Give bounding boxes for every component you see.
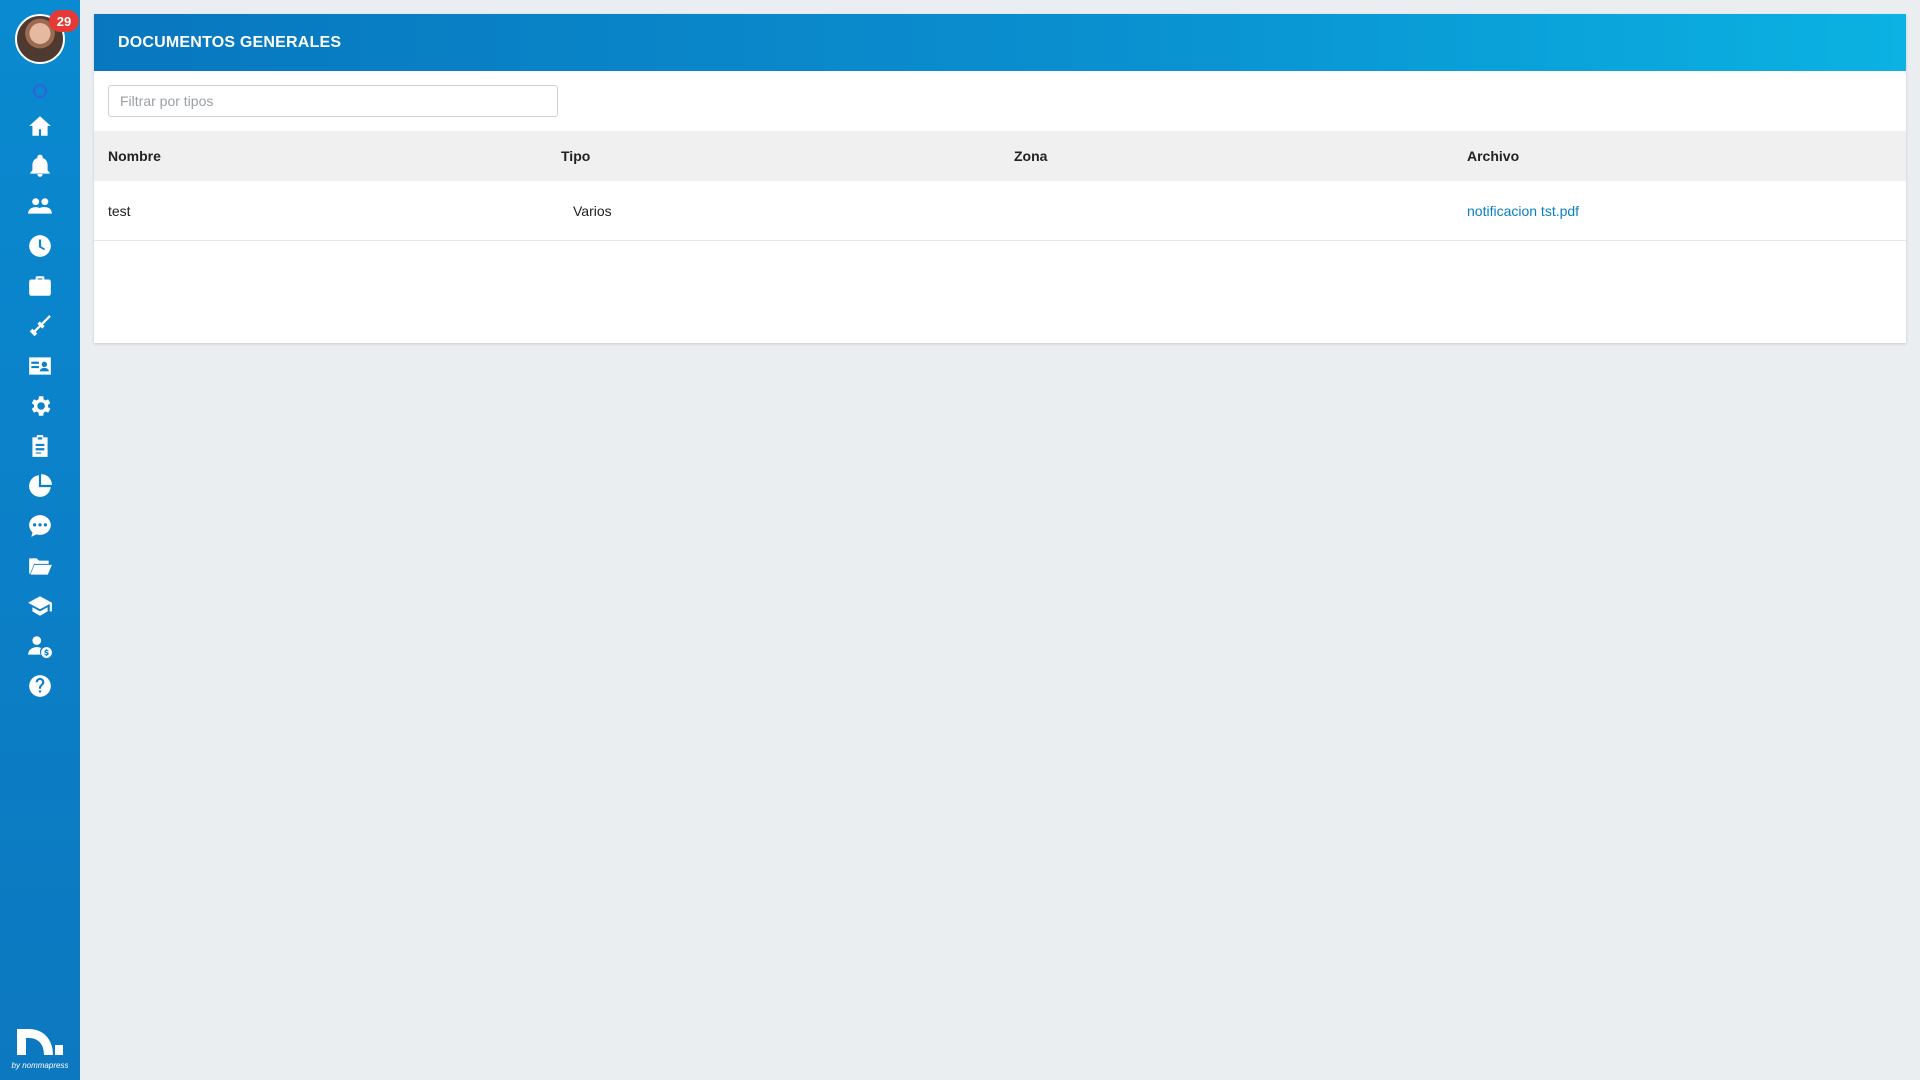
user-avatar-wrapper[interactable]: 29 bbox=[15, 10, 79, 64]
sidebar-nav bbox=[20, 106, 60, 706]
logo-text: by nommapress bbox=[11, 1061, 69, 1070]
sidebar-item-briefcase[interactable] bbox=[20, 266, 60, 306]
folder-open-icon bbox=[29, 558, 52, 575]
sidebar-item-notifications[interactable] bbox=[20, 146, 60, 186]
column-header-nombre[interactable]: Nombre bbox=[94, 148, 547, 164]
broom-icon bbox=[29, 315, 51, 337]
sidebar-item-messages[interactable] bbox=[20, 506, 60, 546]
help-icon bbox=[29, 675, 51, 697]
bell-icon bbox=[30, 154, 50, 177]
column-header-tipo[interactable]: Tipo bbox=[547, 148, 1000, 164]
column-header-zona[interactable]: Zona bbox=[1000, 148, 1453, 164]
id-card-icon bbox=[29, 357, 51, 375]
home-icon bbox=[29, 116, 51, 136]
brand-logo: by nommapress bbox=[11, 1025, 69, 1070]
gear-icon bbox=[31, 396, 51, 416]
sidebar-item-cleaning[interactable] bbox=[20, 306, 60, 346]
cell-nombre: test bbox=[108, 202, 131, 219]
cell-archivo: notificacion tst.pdf bbox=[1453, 203, 1906, 219]
documents-card: DOCUMENTOS GENERALES Nombre Tipo Zona Ar… bbox=[94, 14, 1906, 343]
clock-icon bbox=[29, 235, 51, 257]
sidebar-item-settings[interactable] bbox=[20, 386, 60, 426]
sidebar-item-training[interactable] bbox=[20, 586, 60, 626]
briefcase-icon bbox=[29, 276, 51, 296]
sidebar-item-documents[interactable] bbox=[20, 546, 60, 586]
sidebar-item-users[interactable] bbox=[20, 186, 60, 226]
sidebar-item-tasks[interactable] bbox=[20, 426, 60, 466]
sidebar: 29 by nommapress bbox=[0, 0, 80, 1080]
clipboard-icon bbox=[32, 435, 48, 457]
sidebar-item-home[interactable] bbox=[20, 106, 60, 146]
file-download-link[interactable]: notificacion tst.pdf bbox=[1467, 203, 1579, 219]
column-header-archivo[interactable]: Archivo bbox=[1453, 148, 1906, 164]
card-header: DOCUMENTOS GENERALES bbox=[94, 14, 1906, 71]
page-title: DOCUMENTOS GENERALES bbox=[118, 33, 342, 51]
sidebar-item-contacts[interactable] bbox=[20, 346, 60, 386]
user-dollar-icon bbox=[28, 636, 52, 658]
notification-badge: 29 bbox=[49, 10, 79, 32]
logo-icon bbox=[16, 1029, 63, 1055]
sidebar-item-clock[interactable] bbox=[20, 226, 60, 266]
filter-row bbox=[94, 71, 1906, 131]
graduation-cap-icon bbox=[28, 596, 52, 616]
sidebar-item-reports[interactable] bbox=[20, 466, 60, 506]
chat-icon bbox=[29, 515, 51, 537]
pie-chart-icon bbox=[29, 474, 52, 497]
users-icon bbox=[28, 198, 52, 214]
table-row: test Varios notificacion tst.pdf bbox=[94, 181, 1906, 241]
sidebar-item-payroll[interactable] bbox=[20, 626, 60, 666]
table-header: Nombre Tipo Zona Archivo bbox=[94, 131, 1906, 181]
cell-tipo: Varios bbox=[573, 202, 612, 219]
status-dot bbox=[33, 84, 47, 98]
sidebar-item-help[interactable] bbox=[20, 666, 60, 706]
filter-input[interactable] bbox=[108, 85, 558, 117]
